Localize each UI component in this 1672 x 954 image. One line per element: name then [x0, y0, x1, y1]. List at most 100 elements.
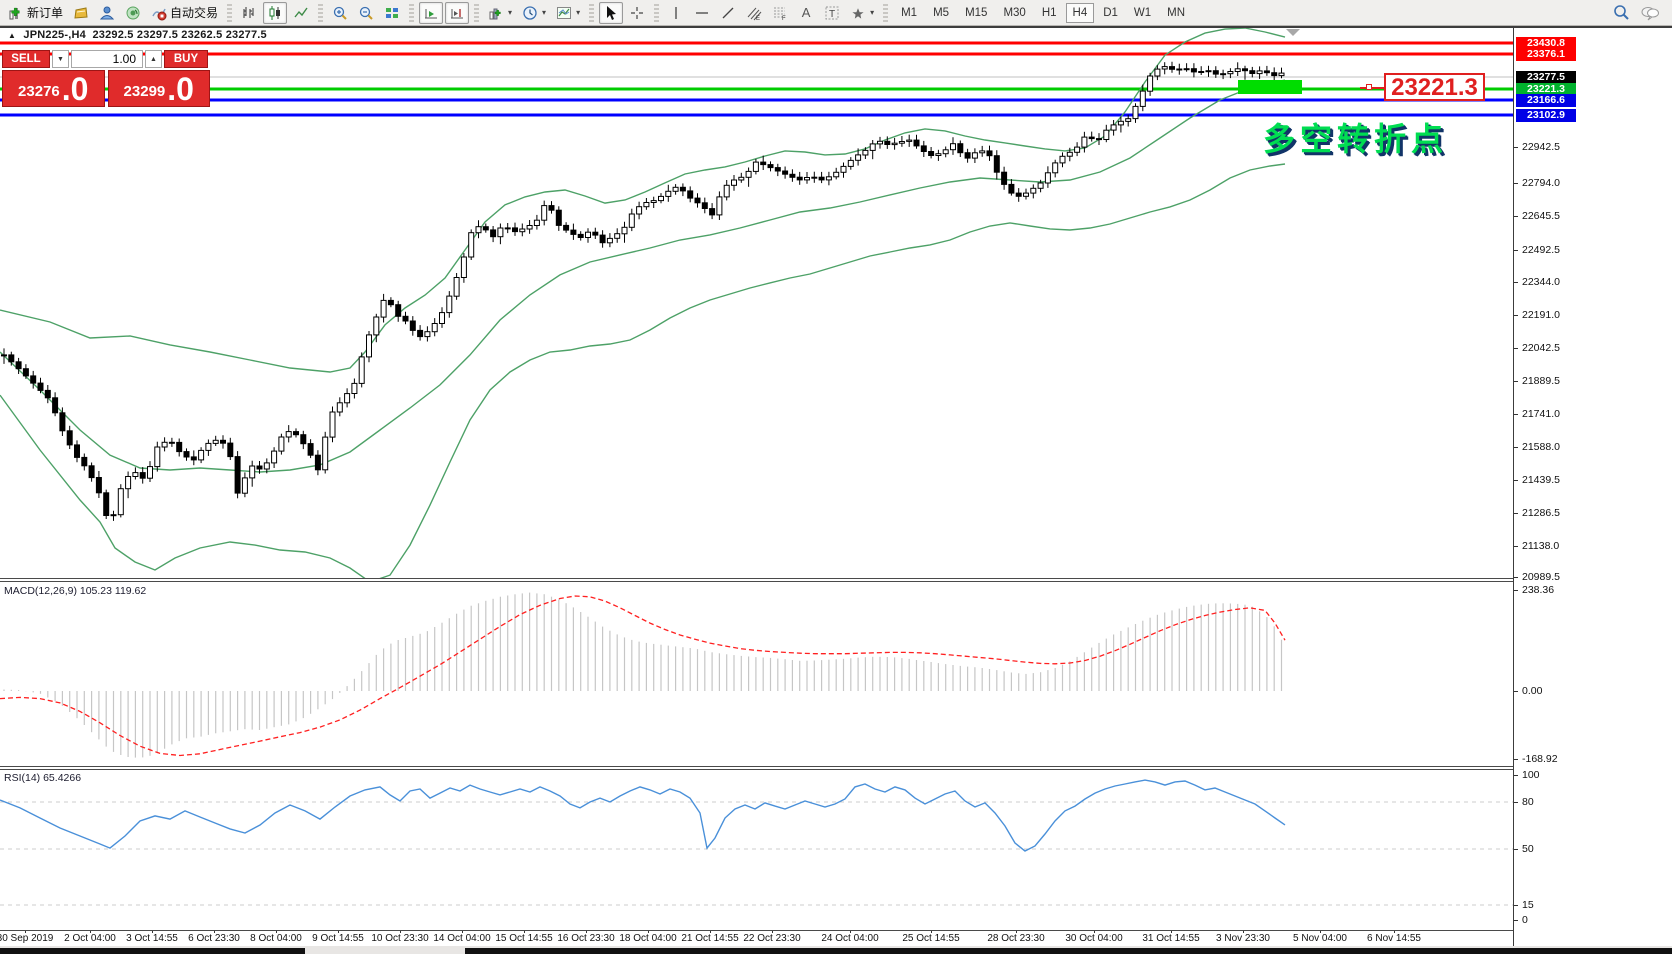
price-level-chip: 23376.1	[1516, 48, 1576, 61]
indicators-icon	[488, 5, 504, 21]
timeframe-mn[interactable]: MN	[1160, 3, 1192, 23]
market-depth-button[interactable]	[69, 2, 93, 24]
bb-lower-line	[0, 164, 1285, 578]
templates-button[interactable]: ▾	[552, 2, 584, 24]
fibonacci-tool-button[interactable]: F	[768, 2, 792, 24]
panel-separator	[0, 581, 1513, 582]
volume-increase-button[interactable]: ▲	[145, 50, 162, 68]
time-label: 3 Nov 23:30	[1216, 933, 1270, 944]
templates-dropdown-arrow[interactable]: ▾	[576, 8, 580, 17]
toolbar-grip[interactable]	[227, 4, 232, 22]
axis-tick	[1514, 577, 1518, 578]
chart-shift-button[interactable]	[445, 2, 469, 24]
horizontal-line-tool-button[interactable]	[690, 2, 714, 24]
price-axis[interactable]: 22942.522794.022645.522492.522344.022191…	[1513, 28, 1672, 946]
axis-tick	[1514, 905, 1518, 906]
panel-separator[interactable]	[0, 766, 1513, 767]
signals-button[interactable]	[121, 2, 145, 24]
candlesticks	[2, 62, 1285, 521]
rsi-tick-label: 80	[1522, 796, 1534, 808]
vertical-line-tool-button[interactable]	[664, 2, 688, 24]
rsi-indicator-label: RSI(14) 65.4266	[4, 772, 81, 784]
macd-histogram	[4, 593, 1282, 758]
timeframe-m1[interactable]: M1	[894, 3, 924, 23]
search-icon[interactable]	[1613, 4, 1630, 21]
community-person-icon	[99, 5, 115, 21]
arrows-dropdown-arrow[interactable]: ▾	[870, 8, 874, 17]
buy-button[interactable]: BUY	[164, 50, 208, 68]
channel-tool-button[interactable]: E	[742, 2, 766, 24]
macd-tick-label: -168.92	[1522, 753, 1558, 765]
highlight-rectangle[interactable]	[1238, 80, 1302, 94]
buy-price-display[interactable]: 23299 .0	[108, 70, 211, 107]
price-callout-label[interactable]: 23221.3	[1384, 73, 1485, 101]
buy-price-main: 23299	[124, 79, 166, 105]
price-tick-label: 21741.0	[1522, 408, 1560, 420]
candle-chart-mode-button[interactable]	[263, 2, 287, 24]
timeframe-m15[interactable]: M15	[958, 3, 994, 23]
window-edge-segment	[0, 948, 305, 954]
volume-input[interactable]	[71, 50, 143, 68]
toolbar-grip[interactable]	[409, 4, 414, 22]
time-label: 22 Oct 23:30	[743, 933, 800, 944]
indicators-button[interactable]: ▾	[484, 2, 516, 24]
volume-decrease-button[interactable]: ▼	[52, 50, 69, 68]
arrows-tool-button[interactable]: ▾	[846, 2, 878, 24]
time-axis[interactable]: 30 Sep 20192 Oct 04:003 Oct 14:556 Oct 2…	[0, 931, 1513, 946]
auto-trading-button[interactable]: 自动交易	[147, 2, 222, 24]
text-label-tool-button[interactable]: T	[820, 2, 844, 24]
axis-tick	[1514, 216, 1518, 217]
axis-tick	[1514, 183, 1518, 184]
cursor-tool-button[interactable]	[599, 2, 623, 24]
timeframe-m30[interactable]: M30	[996, 3, 1032, 23]
time-label: 14 Oct 04:00	[433, 933, 490, 944]
auto-scroll-button[interactable]	[419, 2, 443, 24]
bar-chart-mode-button[interactable]	[237, 2, 261, 24]
turning-point-annotation[interactable]: 多空转折点	[1263, 114, 1448, 160]
community-button[interactable]	[95, 2, 119, 24]
periods-dropdown-arrow[interactable]: ▾	[542, 8, 546, 17]
toolbar-grip[interactable]	[474, 4, 479, 22]
timeframe-h1[interactable]: H1	[1035, 3, 1064, 23]
axis-tick	[1514, 480, 1518, 481]
axis-tick	[1514, 691, 1518, 692]
price-callout-connector	[1360, 87, 1384, 89]
tile-windows-button[interactable]	[380, 2, 404, 24]
sell-price-display[interactable]: 23276 .0	[2, 70, 105, 107]
panel-separator[interactable]	[0, 578, 1513, 579]
crosshair-tool-button[interactable]	[625, 2, 649, 24]
axis-tick	[1514, 282, 1518, 283]
toolbar-grip[interactable]	[318, 4, 323, 22]
collapse-icon[interactable]: ▲	[8, 31, 16, 40]
line-chart-mode-button[interactable]	[289, 2, 313, 24]
price-level-chip: 23166.6	[1516, 94, 1576, 107]
indicators-dropdown-arrow[interactable]: ▾	[508, 8, 512, 17]
zoom-in-button[interactable]	[328, 2, 352, 24]
chart-shift-marker[interactable]	[1286, 29, 1300, 36]
new-order-button[interactable]: 新订单	[4, 2, 67, 24]
periods-button[interactable]: ▾	[518, 2, 550, 24]
timeframe-d1[interactable]: D1	[1096, 3, 1125, 23]
price-tick-label: 21138.0	[1522, 540, 1559, 552]
text-tool-button[interactable]: A	[794, 2, 818, 24]
timeframe-h4[interactable]: H4	[1066, 3, 1095, 23]
svg-text:E: E	[756, 16, 760, 21]
axis-tick	[1514, 590, 1518, 591]
zoom-out-button[interactable]	[354, 2, 378, 24]
toolbar-grip[interactable]	[654, 4, 659, 22]
auto-trading-icon	[151, 5, 167, 21]
price-callout-anchor[interactable]	[1366, 84, 1372, 90]
timeframe-w1[interactable]: W1	[1127, 3, 1158, 23]
time-label: 3 Oct 14:55	[126, 933, 178, 944]
macd-panel-surface[interactable]	[0, 582, 1513, 766]
toolbar-grip[interactable]	[883, 4, 888, 22]
sell-button[interactable]: SELL	[2, 50, 50, 68]
one-click-trade-panel: SELL ▼ ▲ BUY 23276 .0 23299 .0	[2, 50, 210, 107]
chat-icon[interactable]	[1640, 5, 1660, 21]
main-chart-surface[interactable]	[0, 28, 1513, 578]
price-tick-label: 22344.0	[1522, 276, 1560, 288]
trendline-tool-button[interactable]	[716, 2, 740, 24]
rsi-panel-surface[interactable]	[0, 770, 1513, 930]
timeframe-m5[interactable]: M5	[926, 3, 956, 23]
toolbar-grip[interactable]	[589, 4, 594, 22]
